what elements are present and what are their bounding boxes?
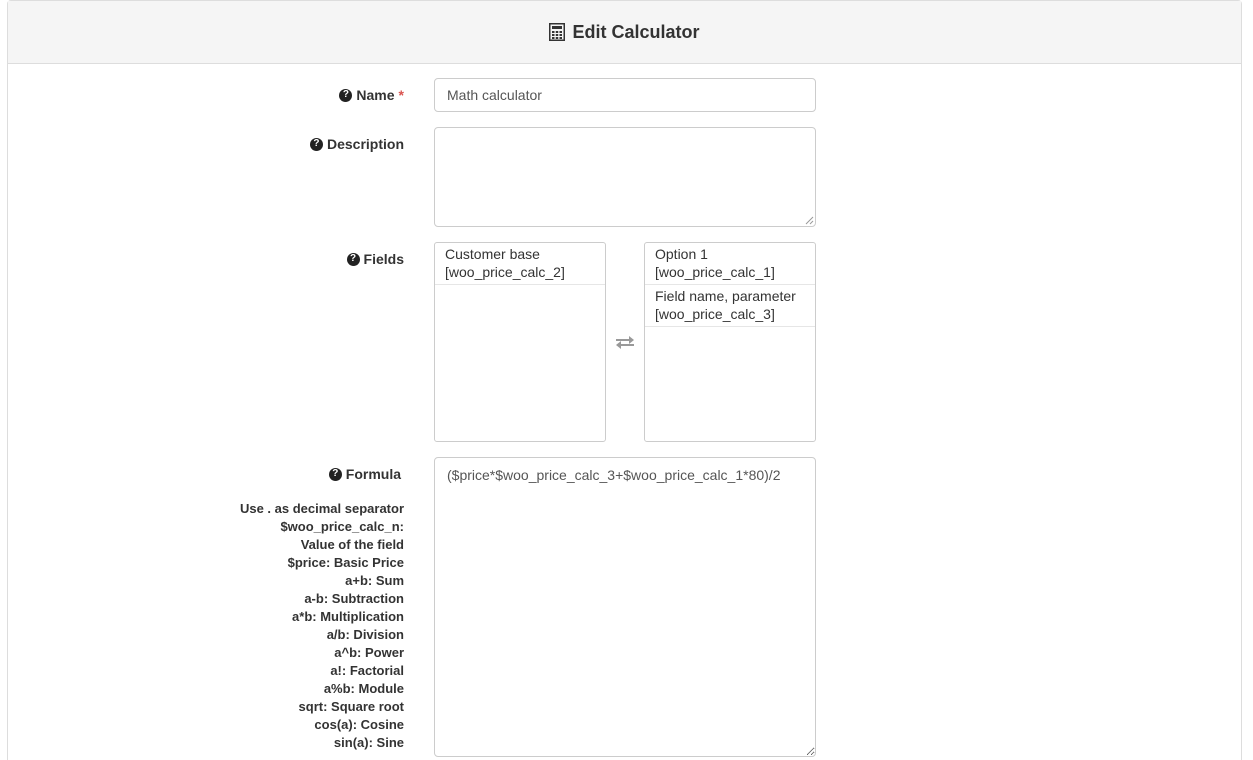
help-line: sin(a): Sine [333,735,404,750]
formula-help: Use . as decimal separator $woo_price_ca… [214,500,404,752]
page-title-text: Edit Calculator [572,21,700,42]
question-circle-icon[interactable]: ? [328,467,342,481]
question-circle-icon[interactable]: ? [339,88,353,102]
list-item[interactable]: Option 1 [woo_price_calc_1] [645,243,815,285]
formula-textarea[interactable]: ($price*$woo_price_calc_3+$woo_price_cal… [434,457,816,757]
list-item[interactable]: Field name, parameter [woo_price_calc_3] [645,285,815,327]
name-label-text: Name [356,87,395,103]
help-line: Use . as decimal separator [239,501,404,516]
fields-label-text: Fields [363,251,404,267]
help-line: $price: Basic Price [287,555,404,570]
swap-arrows-icon[interactable] [614,334,636,350]
help-line: cos(a): Cosine [314,717,404,732]
selected-fields-list[interactable]: Option 1 [woo_price_calc_1] Field name, … [644,242,816,442]
field-name: Customer base [445,246,540,262]
required-mark: * [398,87,404,103]
question-circle-icon[interactable]: ? [346,252,360,266]
page-title: Edit Calculator [549,21,700,43]
resize-grip-icon[interactable] [804,215,814,225]
description-label: ? Description [309,136,404,152]
field-code: [woo_price_calc_3] [655,306,775,322]
help-line: a/b: Division [326,627,404,642]
description-label-text: Description [326,136,404,152]
available-fields-list[interactable]: Customer base [woo_price_calc_2] [434,242,606,442]
question-circle-icon[interactable]: ? [309,137,323,151]
field-code: [woo_price_calc_1] [655,264,775,280]
help-line: $woo_price_calc_n: Value of the field [280,519,404,552]
formula-label-text: Formula [345,466,401,482]
name-input[interactable] [434,78,816,112]
formula-label: ? Formula [328,466,401,482]
help-line: a-b: Subtraction [304,591,404,606]
help-line: a+b: Sum [345,573,404,588]
help-line: a%b: Module [323,681,404,696]
help-line: sqrt: Square root [298,699,404,714]
list-item[interactable]: Customer base [woo_price_calc_2] [435,243,605,285]
panel-heading: Edit Calculator [8,1,1241,64]
fields-label: ? Fields [346,251,404,267]
field-name: Option 1 [655,246,708,262]
field-code: [woo_price_calc_2] [445,264,565,280]
help-line: a!: Factorial [330,663,404,678]
calculator-icon [549,23,566,41]
description-textarea[interactable] [434,127,816,227]
help-line: a*b: Multiplication [292,609,404,624]
help-line: a^b: Power [334,645,404,660]
field-name: Field name, parameter [655,288,796,304]
name-label: ? Name * [339,87,404,103]
